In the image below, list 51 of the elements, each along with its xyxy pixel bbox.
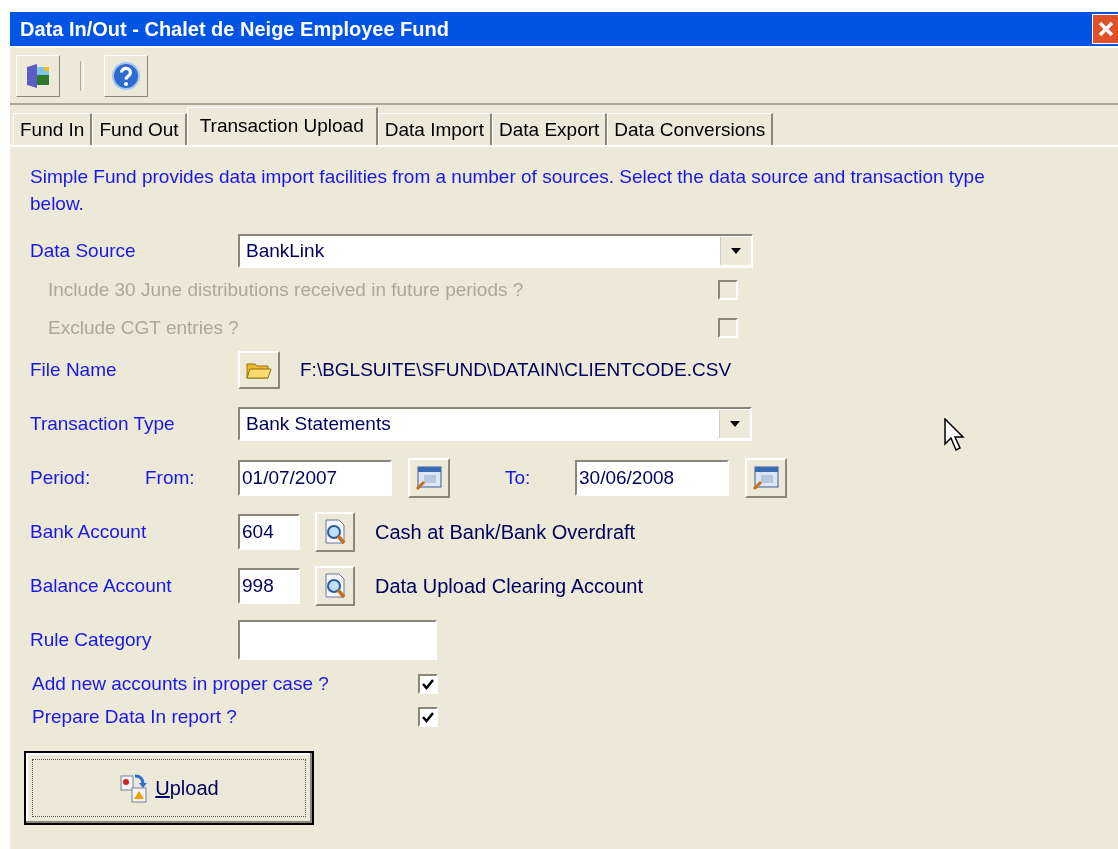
data-source-dropdown[interactable]: BankLink (238, 234, 753, 268)
field-label: Period: (30, 467, 92, 489)
help-icon (111, 60, 141, 91)
magnifier-icon (322, 572, 348, 600)
tab[interactable]: Transaction Upload (186, 107, 378, 145)
caret-icon (729, 420, 741, 428)
option-label: Include 30 June distributions received in future periods ? (47, 279, 525, 301)
from-label: From: (145, 467, 196, 489)
file-path: F:\BGLSUITE\SFUND\DATAIN\CLIENTCODE.CSV (300, 359, 732, 381)
option-label: Prepare Data In report ? (31, 705, 238, 728)
lookup-button[interactable] (315, 512, 355, 552)
field-label: File Name (30, 359, 118, 381)
close-button[interactable] (1092, 14, 1118, 44)
magnifier-icon (322, 518, 348, 546)
caret-icon (730, 247, 742, 255)
checkbox[interactable] (418, 673, 438, 694)
field-label: Data Source (30, 240, 137, 262)
tab[interactable]: Data Export (492, 113, 608, 145)
tab[interactable]: Data Import (377, 113, 492, 145)
upload-button[interactable]: Upload (24, 751, 314, 825)
intro-text: Simple Fund provides data import facilities from a number of sources. Select the data source and transaction type below. (30, 165, 986, 216)
account-code-field[interactable]: 604 (238, 514, 300, 550)
calendar-icon (415, 465, 443, 491)
from-date-field[interactable]: 01/07/2007 (238, 460, 392, 496)
tab[interactable]: Fund Out (92, 113, 187, 145)
field-label: Rule Category (30, 629, 153, 651)
mouse-pointer-icon (944, 418, 966, 452)
option-label: Add new accounts in proper case ? (31, 672, 330, 695)
exit-button[interactable] (16, 54, 60, 97)
tab[interactable]: Fund In (13, 113, 93, 145)
tab[interactable]: Data Conversions (607, 113, 774, 145)
to-date-field[interactable]: 30/06/2008 (575, 460, 729, 496)
checkbox[interactable] (418, 706, 438, 727)
browse-button[interactable] (238, 351, 280, 389)
transaction-type-dropdown[interactable]: Bank Statements (238, 407, 752, 441)
field-label: Bank Account (30, 521, 148, 543)
lookup-button[interactable] (315, 566, 355, 606)
account-code-field[interactable]: 998 (238, 568, 300, 604)
account-description: Cash at Bank/Bank Overdraft (375, 520, 636, 544)
calendar-icon (752, 465, 780, 491)
window-title: Data In/Out - Chalet de Neige Employee Fund (19, 17, 449, 41)
account-description: Data Upload Clearing Account (375, 574, 643, 598)
option-label: Exclude CGT entries ? (47, 317, 240, 339)
field-label: Transaction Type (30, 413, 176, 435)
field-label: Balance Account (30, 575, 173, 597)
calendar-button[interactable] (408, 458, 450, 498)
help-button[interactable] (104, 54, 148, 97)
folder-icon (246, 360, 272, 380)
to-label: To: (505, 467, 532, 489)
rule-category-field[interactable] (238, 620, 437, 660)
calendar-button[interactable] (745, 458, 787, 498)
